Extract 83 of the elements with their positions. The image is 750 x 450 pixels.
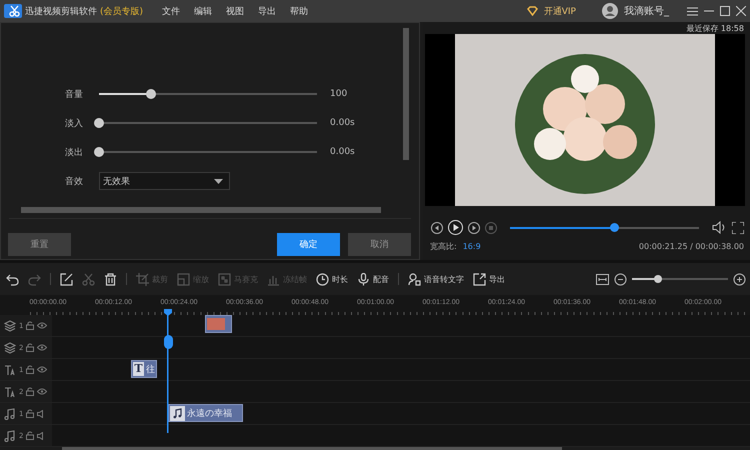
person-icon <box>408 272 421 286</box>
horizontal-scrollbar[interactable] <box>21 207 381 213</box>
eye-icon[interactable] <box>37 344 48 351</box>
edition-label: (会员专版) <box>100 6 144 18</box>
aspect-ratio-value[interactable]: 16:9 <box>462 242 481 251</box>
caret-icon <box>214 178 223 184</box>
toolbar-button[interactable]: 配音 <box>357 272 389 286</box>
fit-timeline-icon[interactable] <box>596 274 609 284</box>
text-clip-icon: T <box>133 362 144 376</box>
effect-label: 音效 <box>65 176 84 188</box>
layers-icon <box>4 320 16 332</box>
avatar-icon[interactable] <box>602 3 618 19</box>
thumbnail-placeholder <box>207 318 225 330</box>
maximize-icon[interactable] <box>720 6 730 16</box>
text-icon <box>4 364 16 376</box>
lock-icon[interactable] <box>26 431 34 440</box>
grid-square-icon <box>218 272 231 286</box>
previous-frame-icon[interactable] <box>431 222 443 234</box>
eye-icon[interactable] <box>37 388 48 395</box>
zoom-in-icon[interactable] <box>733 272 746 286</box>
effect-dropdown[interactable]: 无效果 <box>99 172 230 190</box>
menu-item[interactable]: 帮助 <box>290 4 308 18</box>
dialog-button[interactable]: 重置 <box>8 233 71 256</box>
menu-item[interactable]: 文件 <box>162 4 180 18</box>
trash-icon[interactable] <box>104 272 117 286</box>
scissors-film-logo-icon <box>4 3 22 19</box>
microphone-icon <box>357 272 370 286</box>
close-icon[interactable] <box>736 6 746 16</box>
export-icon <box>473 272 486 286</box>
account-name[interactable]: 我滴账号_ <box>624 4 669 18</box>
edit-icon[interactable] <box>60 272 73 286</box>
clip-label: 永遠の幸福 <box>187 408 232 420</box>
lock-icon[interactable] <box>26 321 34 330</box>
lock-icon[interactable] <box>26 343 34 352</box>
menu-item[interactable]: 编辑 <box>194 4 212 18</box>
toolbar-button[interactable]: 语音转文字 <box>408 272 464 286</box>
toolbar-button[interactable]: 时长 <box>316 272 348 286</box>
slider-thumb[interactable] <box>94 147 104 157</box>
square-icon <box>177 272 190 286</box>
clock-icon <box>316 272 329 286</box>
aspect-ratio-label: 宽高比: <box>430 241 457 252</box>
undo-icon[interactable] <box>6 272 19 286</box>
slider-value: 100 <box>330 89 348 99</box>
slider-thumb[interactable] <box>146 89 156 99</box>
menu-item[interactable]: 视图 <box>226 4 244 18</box>
eye-icon[interactable] <box>37 366 48 373</box>
crop-icon <box>136 272 149 286</box>
image-clip[interactable] <box>205 315 232 333</box>
speaker-icon[interactable] <box>712 221 727 234</box>
app-title: 迅捷视频剪辑软件 <box>25 6 97 18</box>
music-note-icon <box>4 408 16 420</box>
minimize-icon[interactable] <box>704 10 714 12</box>
music-note-icon <box>4 430 16 442</box>
slider-value: 0.00s <box>330 147 355 157</box>
fullscreen-icon[interactable] <box>732 222 744 234</box>
lock-icon[interactable] <box>26 365 34 374</box>
clip-label: 往 <box>146 364 155 376</box>
slider-thumb[interactable] <box>94 118 104 128</box>
slider-label: 淡入 <box>65 118 84 130</box>
play-icon[interactable] <box>448 220 463 235</box>
layers-icon <box>4 342 16 354</box>
vip-link[interactable]: 开通VIP <box>544 4 576 18</box>
vertical-scrollbar[interactable] <box>403 28 409 160</box>
save-status: 最近保存 18:58 <box>685 23 745 34</box>
dialog-button[interactable]: 取消 <box>348 233 411 256</box>
diamond-icon <box>526 6 538 16</box>
menu-item[interactable]: 导出 <box>258 4 276 18</box>
toolbar-button[interactable]: 导出 <box>473 272 505 286</box>
text-icon <box>4 386 16 398</box>
menu-icon[interactable] <box>687 6 698 16</box>
next-frame-icon[interactable] <box>468 222 480 234</box>
eye-icon[interactable] <box>37 322 48 329</box>
zoom-out-icon[interactable] <box>614 272 627 286</box>
text-clip[interactable]: T 往 <box>131 360 157 378</box>
dialog-button[interactable]: 确定 <box>277 233 340 256</box>
slider-label: 音量 <box>65 88 84 100</box>
lock-icon[interactable] <box>26 409 34 418</box>
zoom-slider-thumb[interactable] <box>654 275 662 283</box>
playback-time: 00:00:21.25 / 00:00:38.00 <box>638 242 744 251</box>
slider-value: 0.00s <box>330 118 355 128</box>
progress-thumb[interactable] <box>610 223 620 232</box>
lock-icon[interactable] <box>26 387 34 396</box>
slider-label: 淡出 <box>65 146 84 158</box>
